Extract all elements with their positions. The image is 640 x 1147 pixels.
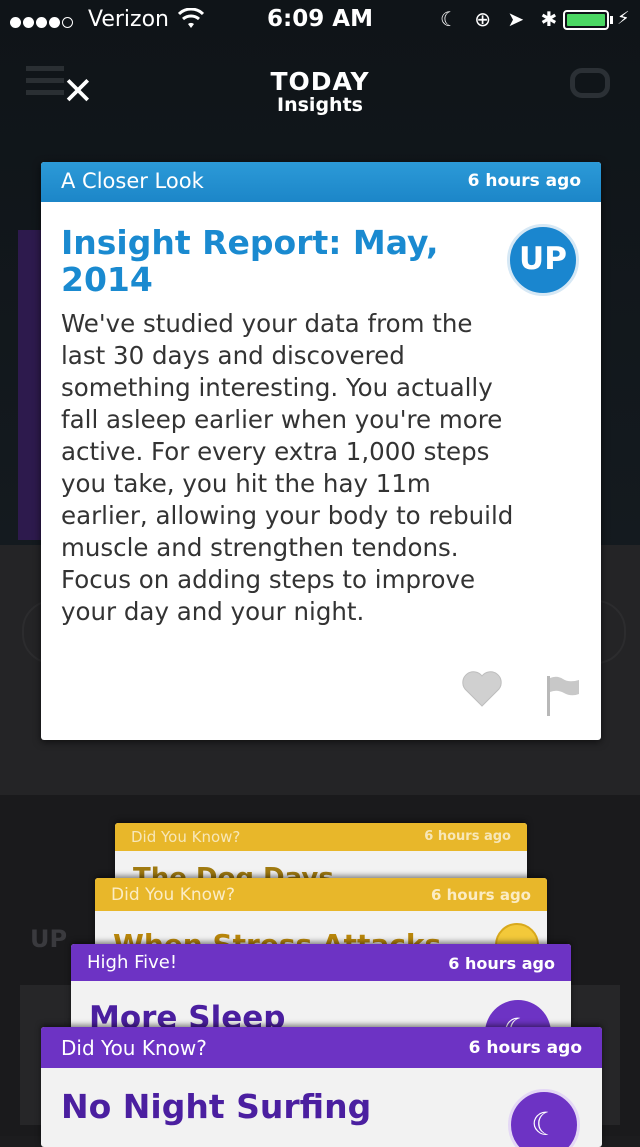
- battery-tip: [610, 16, 613, 24]
- stacked-card-time: 6 hours ago: [424, 829, 511, 844]
- stacked-card-category: High Five!: [87, 952, 178, 973]
- charging-bolt-icon: ⚡: [617, 8, 630, 29]
- moon-badge-icon: ☾: [508, 1089, 580, 1147]
- stacked-card-header: Did You Know? 6 hours ago: [115, 823, 527, 851]
- insight-category: A Closer Look: [61, 169, 204, 193]
- background-app-icon: [570, 68, 610, 98]
- stacked-card-time: 6 hours ago: [430, 886, 531, 904]
- header-title-block: TODAY Insights: [0, 67, 640, 116]
- status-bar: Verizon 6:09 AM ☾ ⊕ ➤ ✱ ⚡: [0, 0, 640, 40]
- stacked-card-header: Did You Know? 6 hours ago: [41, 1027, 602, 1068]
- stacked-card-title: No Night Surfing: [61, 1087, 372, 1126]
- stacked-card-header: High Five! 6 hours ago: [71, 944, 571, 981]
- insight-card[interactable]: A Closer Look 6 hours ago Insight Report…: [41, 162, 601, 740]
- insight-time: 6 hours ago: [467, 171, 581, 191]
- insight-card-header: A Closer Look 6 hours ago: [41, 162, 601, 202]
- stacked-card-category: Did You Know?: [111, 885, 235, 905]
- flag-icon[interactable]: [545, 674, 581, 718]
- page-title: TODAY: [270, 67, 370, 96]
- bluetooth-icon: ✱: [540, 7, 558, 31]
- stacked-card-time: 6 hours ago: [468, 1038, 582, 1058]
- insight-title: Insight Report: May, 2014: [61, 223, 439, 299]
- stacked-card-category: Did You Know?: [61, 1036, 207, 1060]
- stacked-card-time: 6 hours ago: [448, 954, 555, 973]
- stacked-card-category: Did You Know?: [131, 828, 241, 846]
- location-arrow-icon: ➤: [507, 7, 525, 31]
- insight-body: We've studied your data from the last 30…: [61, 309, 514, 626]
- up-logo-badge: UP: [507, 224, 579, 296]
- stacked-card-header: Did You Know? 6 hours ago: [95, 878, 547, 911]
- background-text: UP: [30, 925, 68, 953]
- heart-icon[interactable]: [461, 670, 503, 715]
- battery-icon: [563, 10, 609, 30]
- rotation-lock-icon: ⊕: [474, 7, 492, 31]
- stacked-card-4[interactable]: Did You Know? 6 hours ago No Night Surfi…: [41, 1027, 602, 1147]
- page-subtitle: Insights: [277, 94, 363, 116]
- moon-icon: ☾: [440, 7, 458, 31]
- status-icons: ☾ ⊕ ➤ ✱: [440, 7, 567, 31]
